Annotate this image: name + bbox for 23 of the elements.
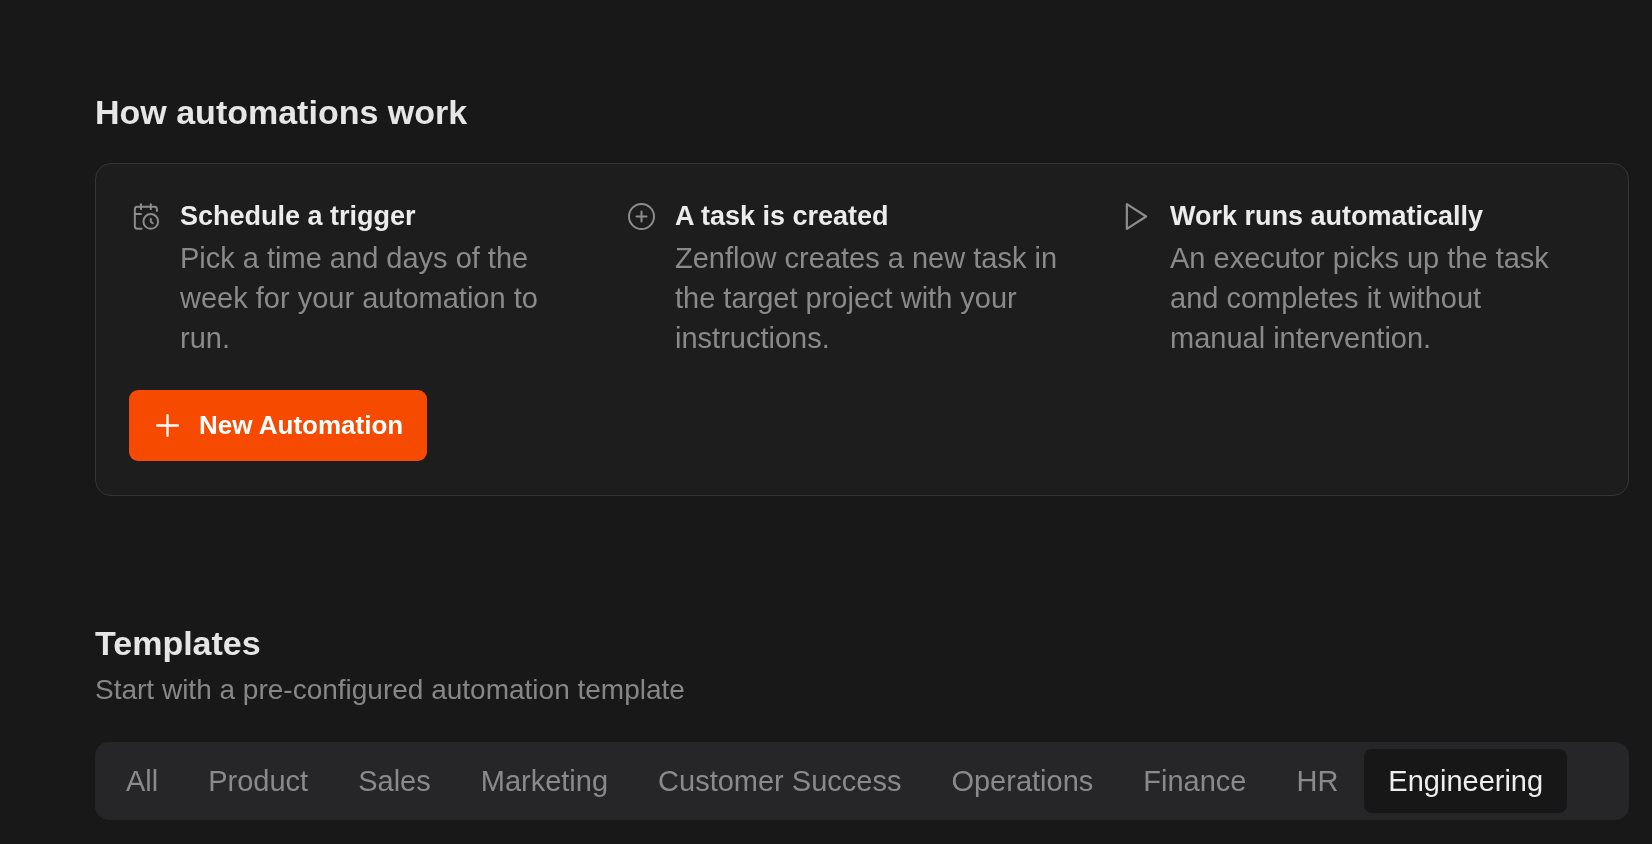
section-heading: How automations work [95,92,468,132]
calendar-clock-icon [133,203,160,230]
category-tab[interactable]: Product [184,749,333,813]
category-tab[interactable]: Engineering [1364,749,1568,813]
category-tab[interactable]: Operations [927,749,1118,813]
plus-icon [156,414,179,437]
step-title: Work runs automatically [1170,200,1485,232]
play-icon [1123,203,1150,230]
step-description: An executor picks up the task and completes it without manual intervention. [1170,241,1550,356]
plus-circle-icon [628,203,655,230]
new-automation-button[interactable]: New Automation [129,390,428,461]
templates-heading: Templates [95,623,261,663]
category-tab[interactable]: All [102,749,183,813]
category-tab[interactable]: Customer Success [634,749,926,813]
step-description: Zenflow creates a new task in the target project with your instructions. [675,241,1058,356]
step-title: Schedule a trigger [180,200,417,232]
category-tab[interactable]: HR [1272,749,1363,813]
category-tab[interactable]: Finance [1119,749,1271,813]
category-tab[interactable]: Sales [334,749,455,813]
category-tab[interactable]: Marketing [456,749,633,813]
step-title: A task is created [675,200,890,232]
templates-subtitle: Start with a pre-configured automation template [95,673,685,707]
step-description: Pick a time and days of the week for your automation to run. [180,241,539,356]
